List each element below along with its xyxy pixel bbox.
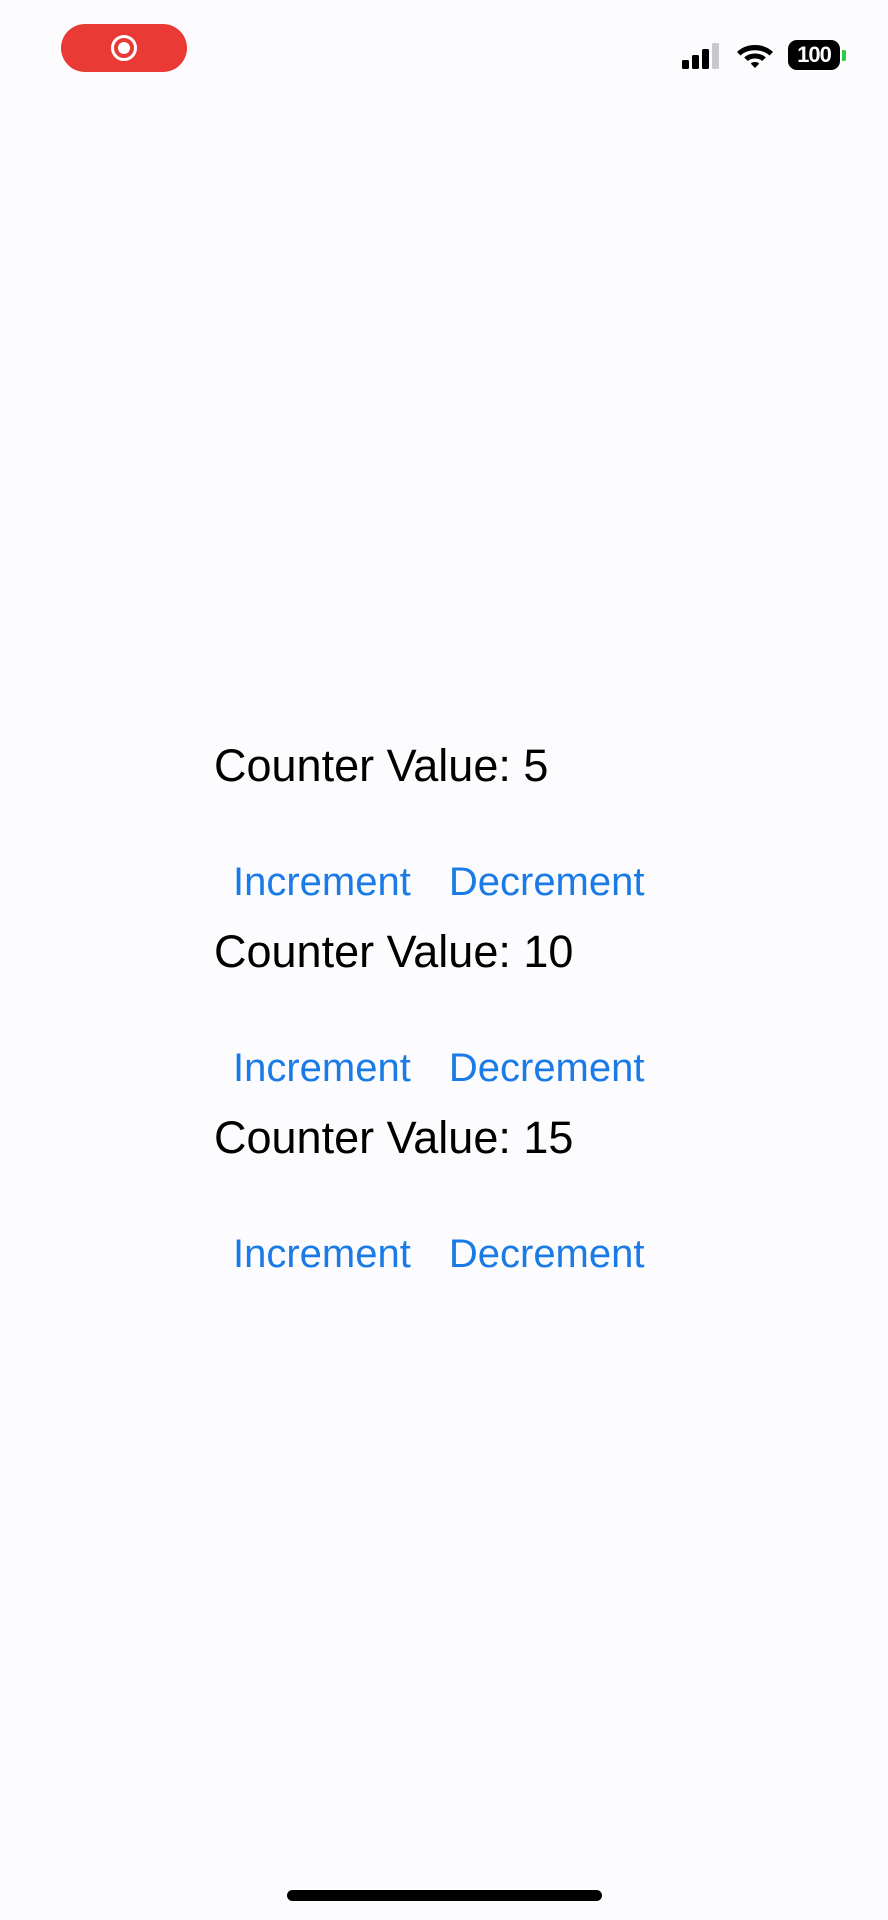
counter-block: Counter Value: 10 Increment Decrement — [214, 906, 714, 1092]
counter-value-label: Counter Value: 5 — [214, 740, 549, 791]
counter-actions: Increment Decrement — [233, 1232, 644, 1276]
counter-block: Counter Value: 15 Increment Decrement — [214, 1092, 714, 1278]
counter-actions: Increment Decrement — [233, 860, 644, 904]
record-icon — [111, 35, 137, 61]
battery-level: 100 — [788, 40, 840, 70]
decrement-button[interactable]: Decrement — [449, 860, 645, 904]
increment-button[interactable]: Increment — [233, 1232, 411, 1276]
decrement-button[interactable]: Decrement — [449, 1046, 645, 1090]
increment-button[interactable]: Increment — [233, 860, 411, 904]
counter-actions: Increment Decrement — [233, 1046, 644, 1090]
counter-value-label: Counter Value: 10 — [214, 926, 574, 977]
status-bar: 100 — [0, 0, 888, 100]
cellular-signal-icon — [682, 43, 719, 69]
app-screen: 100 Counter Value: 5 Increment Decrement… — [0, 0, 888, 1920]
decrement-button[interactable]: Decrement — [449, 1232, 645, 1276]
counter-list: Counter Value: 5 Increment Decrement Cou… — [214, 720, 714, 1278]
increment-button[interactable]: Increment — [233, 1046, 411, 1090]
counter-value-label: Counter Value: 15 — [214, 1112, 574, 1163]
wifi-icon — [737, 45, 773, 68]
screen-recording-indicator[interactable] — [61, 24, 187, 72]
battery-indicator: 100 — [788, 40, 846, 70]
battery-tip — [842, 49, 846, 61]
home-indicator[interactable] — [287, 1890, 602, 1901]
status-icons: 100 — [682, 38, 846, 72]
counter-block: Counter Value: 5 Increment Decrement — [214, 720, 714, 906]
